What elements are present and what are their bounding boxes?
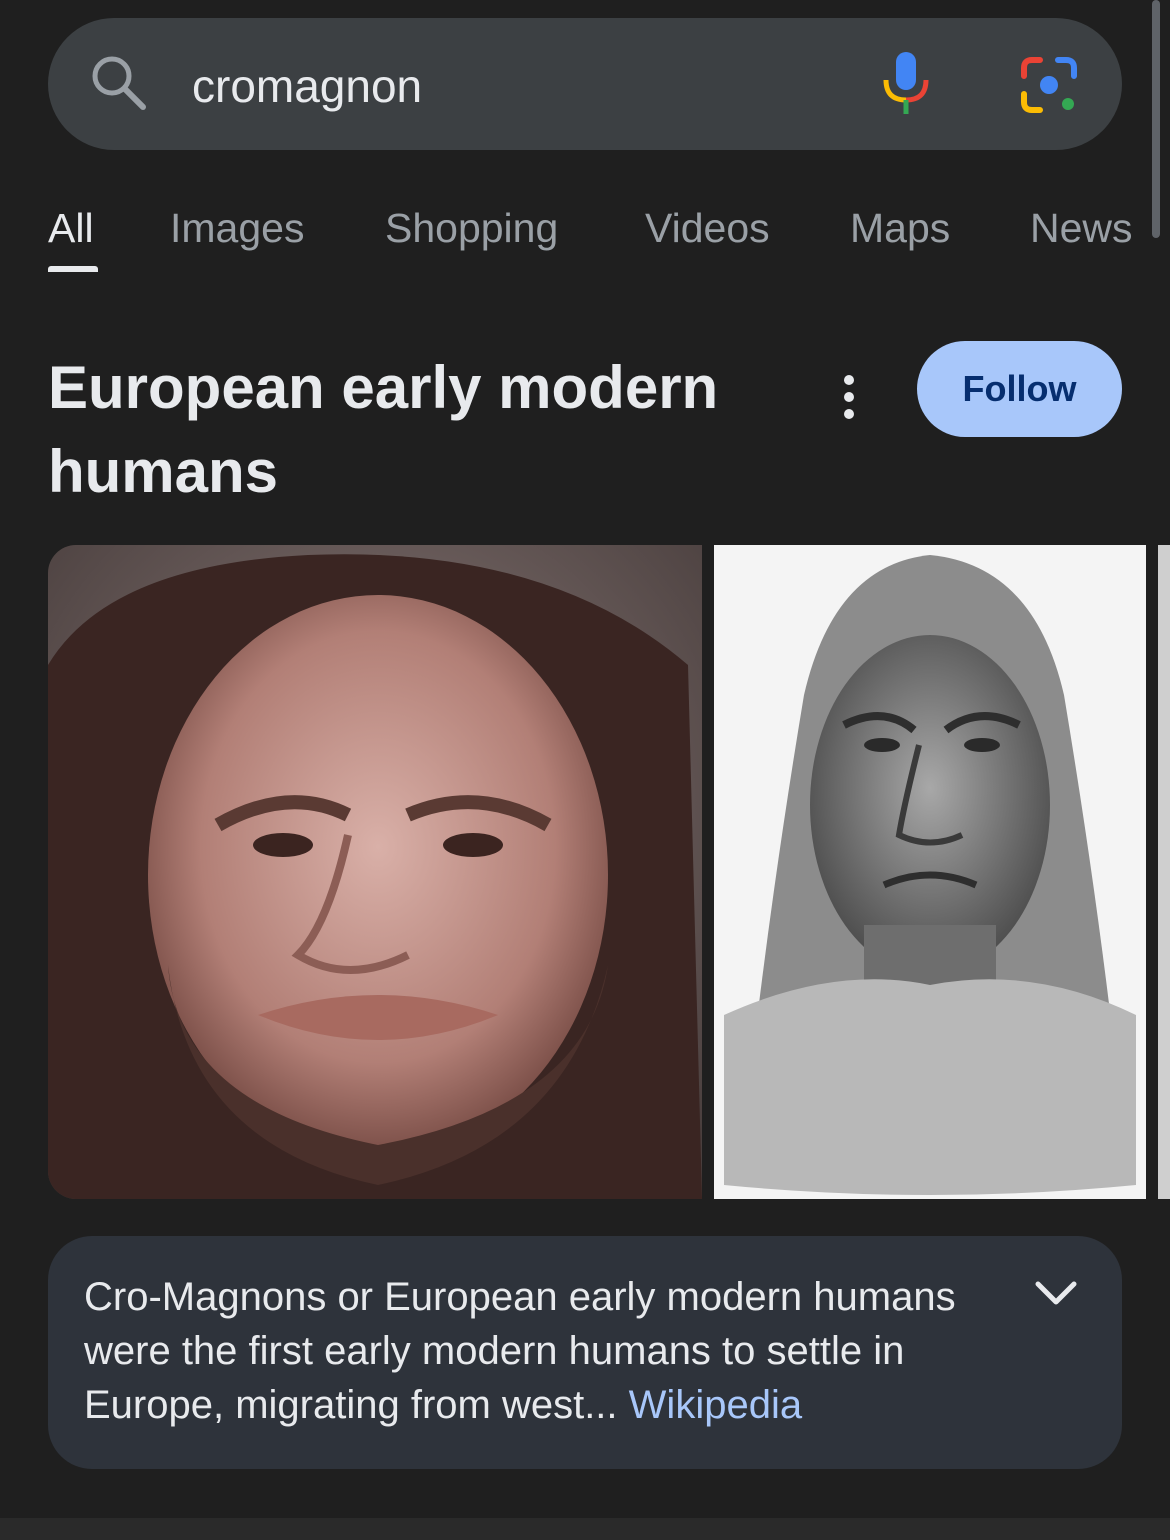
search-query[interactable]: cromagnon: [192, 58, 422, 114]
tab-shopping[interactable]: Shopping: [385, 204, 558, 252]
tab-maps[interactable]: Maps: [850, 204, 950, 252]
more-options-icon[interactable]: [836, 374, 862, 420]
tab-all[interactable]: All: [48, 204, 94, 252]
scrollbar[interactable]: [1152, 0, 1160, 238]
tab-videos[interactable]: Videos: [645, 204, 770, 252]
wikipedia-link[interactable]: Wikipedia: [629, 1383, 802, 1427]
follow-button[interactable]: Follow: [917, 341, 1122, 437]
tab-images[interactable]: Images: [170, 204, 304, 252]
mic-icon[interactable]: [880, 50, 932, 116]
summary-card[interactable]: Cro-Magnons or European early modern hum…: [48, 1236, 1122, 1469]
bottom-edge: [0, 1518, 1170, 1540]
search-tabs: All Images Shopping Videos Maps News: [0, 190, 1150, 290]
google-lens-icon[interactable]: [1018, 54, 1080, 116]
cro-magnon-bust-image-2[interactable]: [714, 545, 1146, 1199]
summary-body: Cro-Magnons or European early modern hum…: [84, 1275, 956, 1427]
search-icon[interactable]: [88, 52, 148, 112]
cro-magnon-image-3[interactable]: [1158, 545, 1170, 1199]
chevron-down-icon[interactable]: [1034, 1280, 1078, 1308]
summary-text: Cro-Magnons or European early modern hum…: [84, 1270, 1034, 1432]
panel-title: European early modern humans: [48, 354, 719, 505]
cro-magnon-reconstruction-image-1[interactable]: [48, 545, 702, 1199]
tab-news[interactable]: News: [1030, 204, 1133, 252]
active-tab-indicator: [48, 266, 98, 272]
